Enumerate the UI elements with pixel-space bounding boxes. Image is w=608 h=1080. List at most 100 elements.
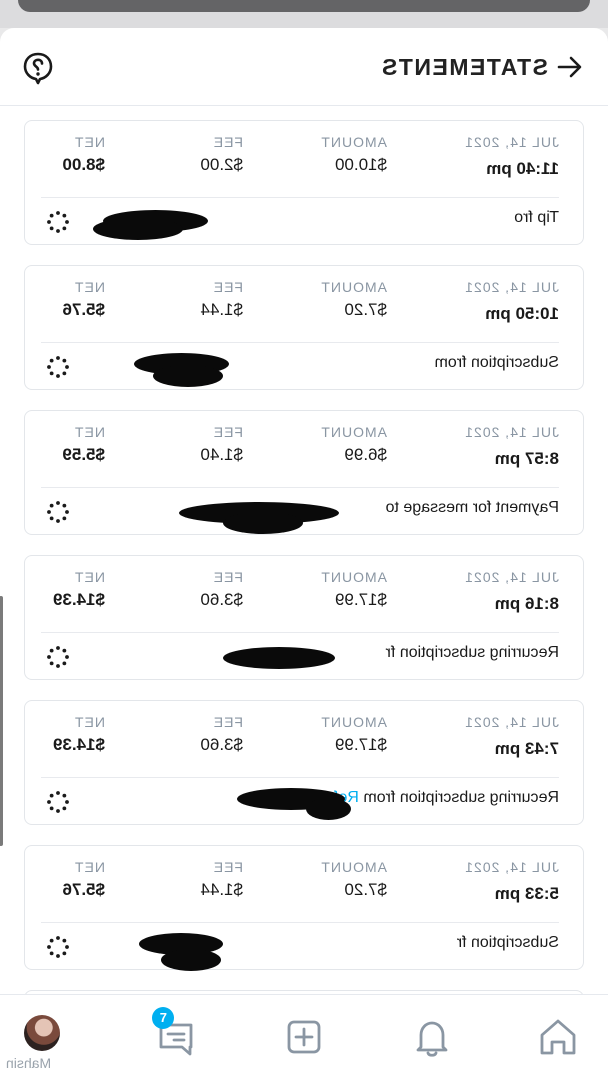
spinner-dot <box>56 791 60 795</box>
spinner-dot <box>56 211 60 215</box>
description-text: Subscription fr <box>456 934 559 951</box>
spinner-dot <box>49 661 54 666</box>
avatar[interactable] <box>24 1015 60 1051</box>
nav-notifications-button[interactable] <box>404 1009 460 1065</box>
messages-badge: 7 <box>152 1007 174 1029</box>
loading-spinner-icon <box>47 356 69 378</box>
amount-value: $7.20 <box>344 300 387 319</box>
statements-panel: STATEMENTS JUL 14, 2021 11:40 pm AMOUNT … <box>0 28 608 1080</box>
spinner-dot <box>62 951 67 956</box>
transaction-card[interactable]: JUL 14, 2021 11:40 pm AMOUNT $10.00 FEE … <box>24 120 584 245</box>
transaction-time: 5:33 pm <box>494 884 559 903</box>
spinner-dot <box>62 371 67 376</box>
net-label: NET <box>74 134 105 150</box>
spinner-dot <box>49 213 54 218</box>
description-text: Tip fro <box>514 209 559 226</box>
bell-icon <box>416 1021 448 1057</box>
spinner-dot <box>62 648 67 653</box>
fee-label: FEE <box>212 859 243 875</box>
divider <box>41 632 559 633</box>
description-text: Recurring subscription fr <box>385 644 559 661</box>
transaction-time: 7:43 pm <box>494 739 559 758</box>
fee-label: FEE <box>212 424 243 440</box>
amount-label: AMOUNT <box>320 424 387 440</box>
net-value: $5.76 <box>62 880 105 899</box>
spinner-dot <box>56 936 60 940</box>
net-value: $14.39 <box>53 590 105 609</box>
transaction-date: JUL 14, 2021 <box>464 424 559 440</box>
amount-value: $7.20 <box>344 880 387 899</box>
spinner-dot <box>62 516 67 521</box>
top-handle <box>18 0 590 12</box>
spinner-dot <box>56 501 60 505</box>
nav-messages-button[interactable]: 7 <box>148 1007 204 1065</box>
status-strip <box>0 0 608 28</box>
description-text: Recurring subscription from <box>358 789 559 806</box>
loading-spinner-icon <box>47 211 69 233</box>
spinner-dot <box>62 938 67 943</box>
spinner-dot <box>47 945 51 949</box>
question-bubble-icon <box>23 52 53 85</box>
spinner-dot <box>62 226 67 231</box>
spinner-dot <box>56 519 60 523</box>
loading-spinner-icon <box>47 791 69 813</box>
transaction-description: Subscription from <box>435 354 560 372</box>
nav-create-button[interactable] <box>276 1009 332 1065</box>
description-text: Payment for message to <box>385 499 559 516</box>
spinner-dot <box>56 356 60 360</box>
divider <box>41 487 559 488</box>
transaction-card[interactable]: JUL 14, 2021 8:57 pm AMOUNT $6.99 FEE $1… <box>24 410 584 535</box>
net-label: NET <box>74 279 105 295</box>
profile-name: Mahsin <box>6 1055 52 1071</box>
fee-label: FEE <box>212 134 243 150</box>
fee-value: $3.60 <box>200 735 243 754</box>
fee-label: FEE <box>212 569 243 585</box>
scrollbar[interactable] <box>0 596 3 846</box>
spinner-dot <box>49 503 54 508</box>
redaction-mark <box>153 365 223 387</box>
spinner-dot <box>49 951 54 956</box>
spinner-dot <box>65 365 69 369</box>
page-title: STATEMENTS <box>380 54 548 80</box>
transaction-card[interactable]: JUL 14, 2021 7:43 pm AMOUNT $17.99 FEE $… <box>24 700 584 825</box>
redaction-mark <box>306 798 351 820</box>
divider <box>41 922 559 923</box>
transaction-date: JUL 14, 2021 <box>464 134 559 150</box>
spinner-dot <box>56 646 60 650</box>
fee-value: $3.60 <box>200 590 243 609</box>
nav-home-button[interactable] <box>530 1009 586 1065</box>
redaction-mark <box>93 218 183 240</box>
spinner-dot <box>47 800 51 804</box>
spinner-dot <box>49 648 54 653</box>
spinner-dot <box>49 806 54 811</box>
badge-count: 7 <box>159 1010 167 1025</box>
help-button[interactable] <box>20 50 56 86</box>
net-label: NET <box>74 569 105 585</box>
bottom-nav: 7 Mahsin <box>0 994 608 1080</box>
transaction-time: 10:50 pm <box>485 304 559 323</box>
screen: STATEMENTS JUL 14, 2021 11:40 pm AMOUNT … <box>0 0 608 1080</box>
amount-value: $17.99 <box>335 590 387 609</box>
spinner-dot <box>56 954 60 958</box>
transaction-description: Subscription fr <box>457 934 559 952</box>
loading-spinner-icon <box>47 936 69 958</box>
spinner-dot <box>49 358 54 363</box>
transaction-card[interactable]: JUL 14, 2021 10:50 pm AMOUNT $7.20 FEE $… <box>24 265 584 390</box>
spinner-dot <box>62 503 67 508</box>
net-value: $5.76 <box>62 300 105 319</box>
transaction-card[interactable]: JUL 14, 2021 8:16 pm AMOUNT $17.99 FEE $… <box>24 555 584 680</box>
transaction-description: Tip fro <box>514 209 559 227</box>
transaction-date: JUL 14, 2021 <box>464 859 559 875</box>
transaction-card[interactable]: JUL 14, 2021 5:33 pm AMOUNT $7.20 FEE $1… <box>24 845 584 971</box>
spinner-dot <box>56 374 60 378</box>
amount-label: AMOUNT <box>320 859 387 875</box>
spinner-dot <box>65 510 69 514</box>
fee-value: $1.44 <box>200 880 243 899</box>
net-value: $5.59 <box>62 445 105 464</box>
amount-value: $17.99 <box>335 735 387 754</box>
fee-value: $2.00 <box>200 155 243 174</box>
spinner-dot <box>56 809 60 813</box>
back-button[interactable] <box>552 52 586 82</box>
transaction-date: JUL 14, 2021 <box>464 569 559 585</box>
loading-spinner-icon <box>47 501 69 523</box>
